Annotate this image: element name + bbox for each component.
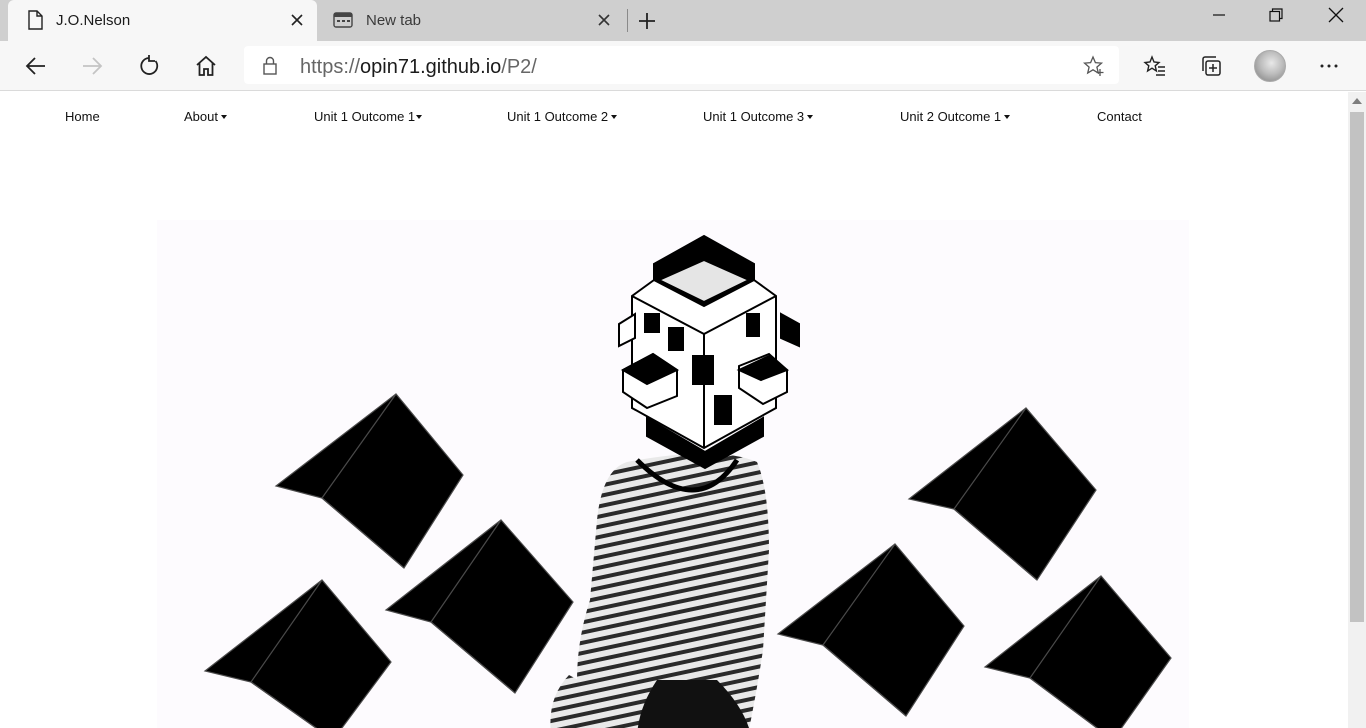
nav-item-about[interactable]: About bbox=[184, 109, 227, 124]
home-icon[interactable] bbox=[190, 50, 222, 82]
page-icon bbox=[24, 9, 46, 31]
browser-toolbar: https://opin71.github.io/P2/ bbox=[0, 41, 1366, 91]
cube-shape bbox=[203, 579, 392, 728]
figure-shape bbox=[550, 453, 769, 728]
cube-shape bbox=[776, 543, 965, 717]
site-navigation: Home About Unit 1 Outcome 1 Unit 1 Outco… bbox=[0, 92, 1348, 140]
nav-item-label: Contact bbox=[1097, 109, 1142, 124]
new-tab-plus-icon[interactable] bbox=[634, 8, 660, 34]
nav-item-unit1-outcome2[interactable]: Unit 1 Outcome 2 bbox=[507, 109, 618, 124]
tab-title: J.O.Nelson bbox=[56, 12, 131, 29]
caret-down-icon bbox=[1004, 115, 1011, 119]
nav-item-label: Unit 1 Outcome 1 bbox=[314, 109, 416, 124]
tab-strip: J.O.Nelson New tab bbox=[0, 0, 1366, 41]
new-tab-page-icon bbox=[332, 9, 354, 31]
lock-icon[interactable] bbox=[260, 55, 280, 75]
close-tab-icon[interactable] bbox=[594, 10, 614, 30]
back-arrow-icon[interactable] bbox=[20, 50, 52, 82]
url-scheme: https:// bbox=[300, 56, 361, 78]
favorites-icon[interactable] bbox=[1139, 50, 1171, 82]
url-path: /P2/ bbox=[501, 56, 537, 78]
nav-item-label: About bbox=[184, 109, 218, 124]
cube-shape bbox=[983, 575, 1172, 728]
nav-item-label: Unit 1 Outcome 3 bbox=[703, 109, 805, 124]
more-menu-icon[interactable] bbox=[1313, 50, 1345, 82]
caret-down-icon bbox=[416, 115, 423, 119]
cube-shape bbox=[907, 407, 1097, 581]
close-window-icon[interactable] bbox=[1307, 0, 1365, 30]
url-text: https://opin71.github.io/P2/ bbox=[300, 56, 537, 79]
hero-image bbox=[157, 220, 1189, 728]
caret-down-icon bbox=[807, 115, 814, 119]
minimize-icon[interactable] bbox=[1190, 0, 1248, 30]
tab-new-tab[interactable]: New tab bbox=[318, 0, 624, 41]
collections-icon[interactable] bbox=[1196, 50, 1228, 82]
nav-item-contact[interactable]: Contact bbox=[1097, 109, 1142, 124]
cube-head-mask bbox=[618, 234, 800, 470]
profile-avatar[interactable] bbox=[1254, 50, 1286, 82]
nav-item-label: Unit 2 Outcome 1 bbox=[900, 109, 1002, 124]
nav-item-label: Home bbox=[65, 109, 100, 124]
forward-arrow-icon[interactable] bbox=[76, 50, 108, 82]
nav-item-unit1-outcome3[interactable]: Unit 1 Outcome 3 bbox=[703, 109, 814, 124]
nav-item-unit2-outcome1[interactable]: Unit 2 Outcome 1 bbox=[900, 109, 1011, 124]
tab-separator bbox=[627, 9, 628, 32]
caret-down-icon bbox=[611, 115, 618, 119]
cube-shape bbox=[274, 393, 464, 569]
vertical-scrollbar[interactable] bbox=[1348, 92, 1366, 728]
refresh-icon[interactable] bbox=[133, 50, 165, 82]
nav-item-unit1-outcome1[interactable]: Unit 1 Outcome 1 bbox=[314, 109, 423, 124]
add-favorite-star-icon[interactable] bbox=[1082, 55, 1105, 77]
url-host: opin71.github.io bbox=[360, 56, 502, 78]
restore-icon[interactable] bbox=[1247, 0, 1305, 30]
address-bar[interactable]: https://opin71.github.io/P2/ bbox=[244, 46, 1119, 84]
close-tab-icon[interactable] bbox=[287, 10, 307, 30]
scroll-up-arrow-icon[interactable] bbox=[1352, 98, 1362, 104]
tab-title: New tab bbox=[366, 12, 422, 29]
tab-jonelson[interactable]: J.O.Nelson bbox=[8, 0, 317, 41]
scrollbar-thumb[interactable] bbox=[1350, 112, 1364, 622]
nav-item-home[interactable]: Home bbox=[65, 109, 100, 124]
web-page: Home About Unit 1 Outcome 1 Unit 1 Outco… bbox=[0, 92, 1348, 728]
nav-item-label: Unit 1 Outcome 2 bbox=[507, 109, 609, 124]
caret-down-icon bbox=[220, 115, 227, 119]
